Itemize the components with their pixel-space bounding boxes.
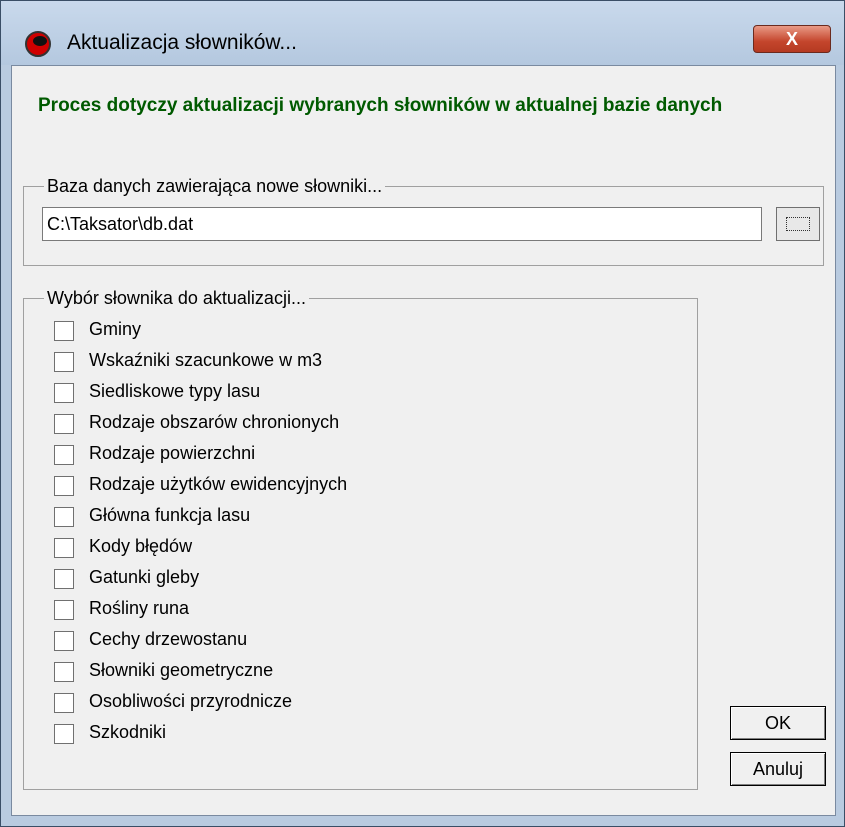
checkbox-label: Rośliny runa	[89, 598, 190, 618]
browse-button[interactable]	[776, 207, 820, 241]
checkbox-label: Słowniki geometryczne	[89, 660, 274, 680]
window-title: Aktualizacja słowników...	[67, 31, 297, 54]
ok-button[interactable]: OK	[730, 706, 826, 740]
checkbox[interactable]	[54, 476, 74, 496]
dictionary-checkbox-row[interactable]: Gminy	[54, 317, 654, 347]
close-button[interactable]: X	[753, 25, 831, 53]
checkbox[interactable]	[54, 321, 74, 341]
checkbox[interactable]	[54, 662, 74, 682]
dictionary-checkbox-row[interactable]: Gatunki gleby	[54, 565, 654, 595]
checkbox-label: Wskaźniki szacunkowe w m3	[89, 350, 323, 370]
checkbox-label: Rodzaje użytków ewidencyjnych	[89, 474, 348, 494]
dialog-body: Proces dotyczy aktualizacji wybranych sł…	[11, 65, 836, 816]
title-bar[interactable]: Aktualizacja słowników... X	[1, 1, 844, 65]
checkbox-label: Główna funkcja lasu	[89, 505, 251, 525]
dictionary-checkbox-row[interactable]: Rodzaje użytków ewidencyjnych	[54, 472, 654, 502]
checkbox[interactable]	[54, 600, 74, 620]
dictionary-checkbox-row[interactable]: Kody błędów	[54, 534, 654, 564]
database-path-input[interactable]: C:\Taksator\db.dat	[42, 207, 762, 241]
checkbox[interactable]	[54, 693, 74, 713]
checkbox-label: Cechy drzewostanu	[89, 629, 248, 649]
checkbox-label: Osobliwości przyrodnicze	[89, 691, 293, 711]
checkbox-label: Rodzaje obszarów chronionych	[89, 412, 340, 432]
checkbox[interactable]	[54, 538, 74, 558]
checkbox-label: Siedliskowe typy lasu	[89, 381, 261, 401]
dictionary-checkbox-row[interactable]: Cechy drzewostanu	[54, 627, 654, 657]
dictionary-checkbox-row[interactable]: Rośliny runa	[54, 596, 654, 626]
dictionary-checkbox-row[interactable]: Siedliskowe typy lasu	[54, 379, 654, 409]
dictionary-checkbox-row[interactable]: Wskaźniki szacunkowe w m3	[54, 348, 654, 378]
app-icon	[25, 31, 51, 57]
dictionary-group-legend: Wybór słownika do aktualizacji...	[44, 288, 309, 309]
dictionary-checkbox-row[interactable]: Osobliwości przyrodnicze	[54, 689, 654, 719]
database-group: Baza danych zawierająca nowe słowniki...…	[23, 176, 824, 266]
checkbox[interactable]	[54, 414, 74, 434]
database-group-legend: Baza danych zawierająca nowe słowniki...	[44, 176, 386, 197]
dictionary-group: Wybór słownika do aktualizacji... Gminy W…	[23, 288, 698, 790]
dictionary-checkbox-row[interactable]: Główna funkcja lasu	[54, 503, 654, 533]
dictionary-checkbox-row[interactable]: Szkodniki	[54, 720, 654, 750]
checkbox[interactable]	[54, 383, 74, 403]
checkbox-label: Gatunki gleby	[89, 567, 200, 587]
checkbox[interactable]	[54, 445, 74, 465]
cancel-button[interactable]: Anuluj	[730, 752, 826, 786]
dictionary-checkbox-row[interactable]: Rodzaje obszarów chronionych	[54, 410, 654, 440]
checkbox[interactable]	[54, 569, 74, 589]
checkbox[interactable]	[54, 724, 74, 744]
checkbox-label: Rodzaje powierzchni	[89, 443, 256, 463]
checkbox[interactable]	[54, 631, 74, 651]
checkbox[interactable]	[54, 352, 74, 372]
ellipsis-icon	[786, 217, 810, 231]
checkbox[interactable]	[54, 507, 74, 527]
dictionary-checkbox-row[interactable]: Rodzaje powierzchni	[54, 441, 654, 471]
dialog-window: Aktualizacja słowników... X Proces dotyc…	[0, 0, 845, 827]
checkbox-label: Kody błędów	[89, 536, 193, 556]
process-description: Proces dotyczy aktualizacji wybranych sł…	[38, 95, 723, 116]
dictionary-checkbox-row[interactable]: Słowniki geometryczne	[54, 658, 654, 688]
checkbox-label: Gminy	[89, 319, 142, 339]
checkbox-label: Szkodniki	[89, 722, 167, 742]
